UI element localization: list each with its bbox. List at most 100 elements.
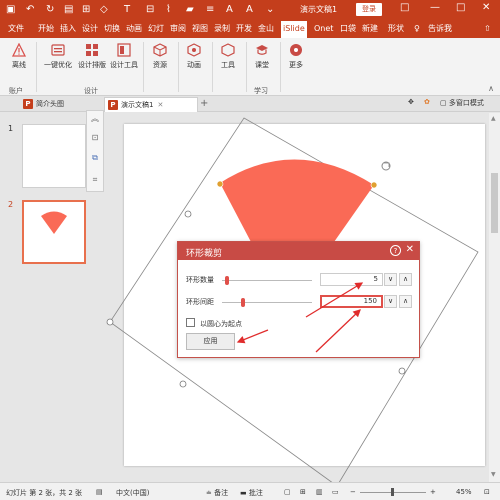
ring-count-decrement[interactable]: ∨	[384, 273, 397, 286]
design-tools-button[interactable]: 设计工具	[108, 43, 140, 70]
more-button[interactable]: 更多	[284, 43, 308, 70]
zoom-level[interactable]: 45%	[456, 488, 472, 496]
powerpoint-icon: P	[23, 99, 33, 109]
ring-spacing-input[interactable]: 150	[320, 295, 383, 308]
graduation-cap-icon	[256, 45, 268, 55]
login-button[interactable]: 登录	[356, 3, 382, 16]
ring-spacing-slider-track[interactable]	[222, 302, 312, 303]
align-icon[interactable]: ≡	[206, 3, 214, 17]
layers-icon[interactable]: ⊡	[90, 133, 100, 143]
layout-button[interactable]: 设计排版	[76, 43, 108, 70]
ring-spacing-decrement[interactable]: ∨	[384, 295, 397, 308]
tab-animations[interactable]: 动画	[126, 23, 142, 35]
minimize-button[interactable]: —	[430, 2, 440, 13]
scroll-down-icon[interactable]: ▼	[491, 471, 496, 478]
save-icon[interactable]: ▣	[6, 3, 15, 17]
tab-design[interactable]: 设计	[82, 23, 98, 35]
ring-count-slider-track[interactable]	[222, 280, 312, 281]
redo-icon[interactable]: ↻	[46, 3, 54, 17]
slide-sorter-icon[interactable]: ⊞	[300, 488, 306, 496]
tab-islide[interactable]: iSlide	[281, 21, 307, 38]
paint-icon[interactable]: ⌇	[166, 3, 171, 17]
add-tab-button[interactable]: +	[200, 98, 208, 109]
ring-spacing-slider-thumb[interactable]	[241, 298, 245, 307]
customize-qa-icon[interactable]: ⌄	[266, 3, 274, 17]
apply-button[interactable]: 应用	[186, 333, 235, 350]
ribbon-display-button[interactable]: □	[400, 2, 409, 13]
tab-shape-format[interactable]: 形状	[388, 23, 404, 35]
close-button[interactable]: ✕	[482, 2, 490, 13]
tab-kingsoft[interactable]: 金山	[258, 23, 274, 35]
thumbnail-shape	[41, 211, 67, 234]
font-a-icon[interactable]: A	[226, 3, 233, 17]
share-icon[interactable]: ⇧	[484, 23, 491, 35]
center-start-checkbox[interactable]	[186, 318, 195, 327]
tab-new[interactable]: 新建	[362, 23, 378, 35]
font-color-icon[interactable]: T	[124, 3, 130, 17]
text-icon[interactable]: A	[246, 3, 253, 17]
vertical-scrollbar[interactable]: ▲ ▼	[489, 113, 500, 482]
side-mini-toolbar: ︽ ⊡ ⧉ ⌗	[86, 110, 104, 192]
undo-icon[interactable]: ↶	[26, 3, 34, 17]
ring-count-input[interactable]: 5	[320, 273, 383, 286]
ring-count-label: 环形数量	[186, 276, 214, 284]
course-button[interactable]: 课堂	[250, 43, 274, 70]
grid-icon[interactable]: ⊟	[146, 3, 154, 17]
fit-slide-icon[interactable]: ⊡	[484, 488, 490, 496]
crop-icon[interactable]: ⌗	[90, 175, 100, 185]
zoom-in-button[interactable]: +	[430, 488, 436, 496]
resources-button[interactable]: 资源	[148, 43, 172, 70]
zoom-out-button[interactable]: −	[350, 488, 356, 496]
tab-slideshow[interactable]: 幻灯	[148, 23, 164, 35]
tools-button[interactable]: 工具	[216, 43, 240, 70]
highlight-icon[interactable]: ▰	[186, 3, 194, 17]
tab-insert[interactable]: 插入	[60, 23, 76, 35]
new-slide-icon[interactable]: ⊞	[82, 3, 90, 17]
tab-review[interactable]: 审阅	[170, 23, 186, 35]
tell-me-input[interactable]: 告诉我	[428, 23, 452, 35]
puzzle-icon[interactable]: ✥	[408, 98, 414, 106]
normal-view-icon[interactable]: ▢	[284, 488, 291, 496]
collapse-up-icon[interactable]: ︽	[90, 114, 100, 124]
copy-icon[interactable]: ⧉	[90, 153, 100, 163]
collapse-ribbon-icon[interactable]: ∧	[488, 84, 494, 93]
ring-count-increment[interactable]: ∧	[399, 273, 412, 286]
logout-button[interactable]: 离线	[6, 43, 32, 70]
tab-onet[interactable]: Onet	[314, 23, 333, 35]
dialog-close-button[interactable]: ✕	[406, 244, 414, 255]
settings-icon[interactable]: ✿	[424, 98, 430, 106]
slideshow-view-icon[interactable]: ▭	[332, 488, 339, 496]
notes-button[interactable]: ≐ 备注	[206, 488, 228, 498]
slide-thumbnail-2[interactable]	[22, 200, 86, 264]
language-indicator[interactable]: 中文(中国)	[116, 488, 149, 498]
doc-tab-presentation[interactable]: P 演示文稿1 ✕	[104, 97, 198, 112]
ribbon-divider	[36, 42, 37, 92]
animation-button[interactable]: 动画	[182, 43, 206, 70]
close-tab-icon[interactable]: ✕	[157, 101, 163, 109]
tab-developer[interactable]: 开发	[236, 23, 252, 35]
lightbulb-icon[interactable]: ♀	[414, 23, 420, 35]
tab-view[interactable]: 视图	[192, 23, 208, 35]
layout-grid-icon	[86, 44, 98, 56]
ring-count-slider-thumb[interactable]	[225, 276, 229, 285]
optimize-button[interactable]: 一键优化	[40, 43, 76, 70]
ring-spacing-increment[interactable]: ∧	[399, 295, 412, 308]
shape-icon[interactable]: ◇	[100, 3, 108, 17]
slide-number: 1	[8, 124, 14, 133]
scroll-up-icon[interactable]: ▲	[491, 115, 496, 122]
reading-view-icon[interactable]: ▥	[316, 488, 323, 496]
tab-file[interactable]: 文件	[8, 23, 24, 35]
slideshow-icon[interactable]: ▤	[64, 3, 73, 17]
zoom-slider-thumb[interactable]	[391, 488, 394, 496]
tab-home[interactable]: 开始	[38, 23, 54, 35]
comments-button[interactable]: ▬ 批注	[240, 488, 263, 498]
multi-window-button[interactable]: ▢ 多窗口模式	[440, 98, 484, 108]
slide-thumbnail-1[interactable]	[22, 124, 86, 188]
maximize-button[interactable]: □	[456, 2, 465, 13]
scroll-thumb[interactable]	[491, 173, 498, 233]
help-icon[interactable]: ?	[390, 245, 401, 256]
tab-record[interactable]: 录制	[214, 23, 230, 35]
tab-pocket[interactable]: 口袋	[340, 23, 356, 35]
tab-transitions[interactable]: 切换	[104, 23, 120, 35]
spellcheck-icon[interactable]: ▤	[96, 488, 103, 496]
